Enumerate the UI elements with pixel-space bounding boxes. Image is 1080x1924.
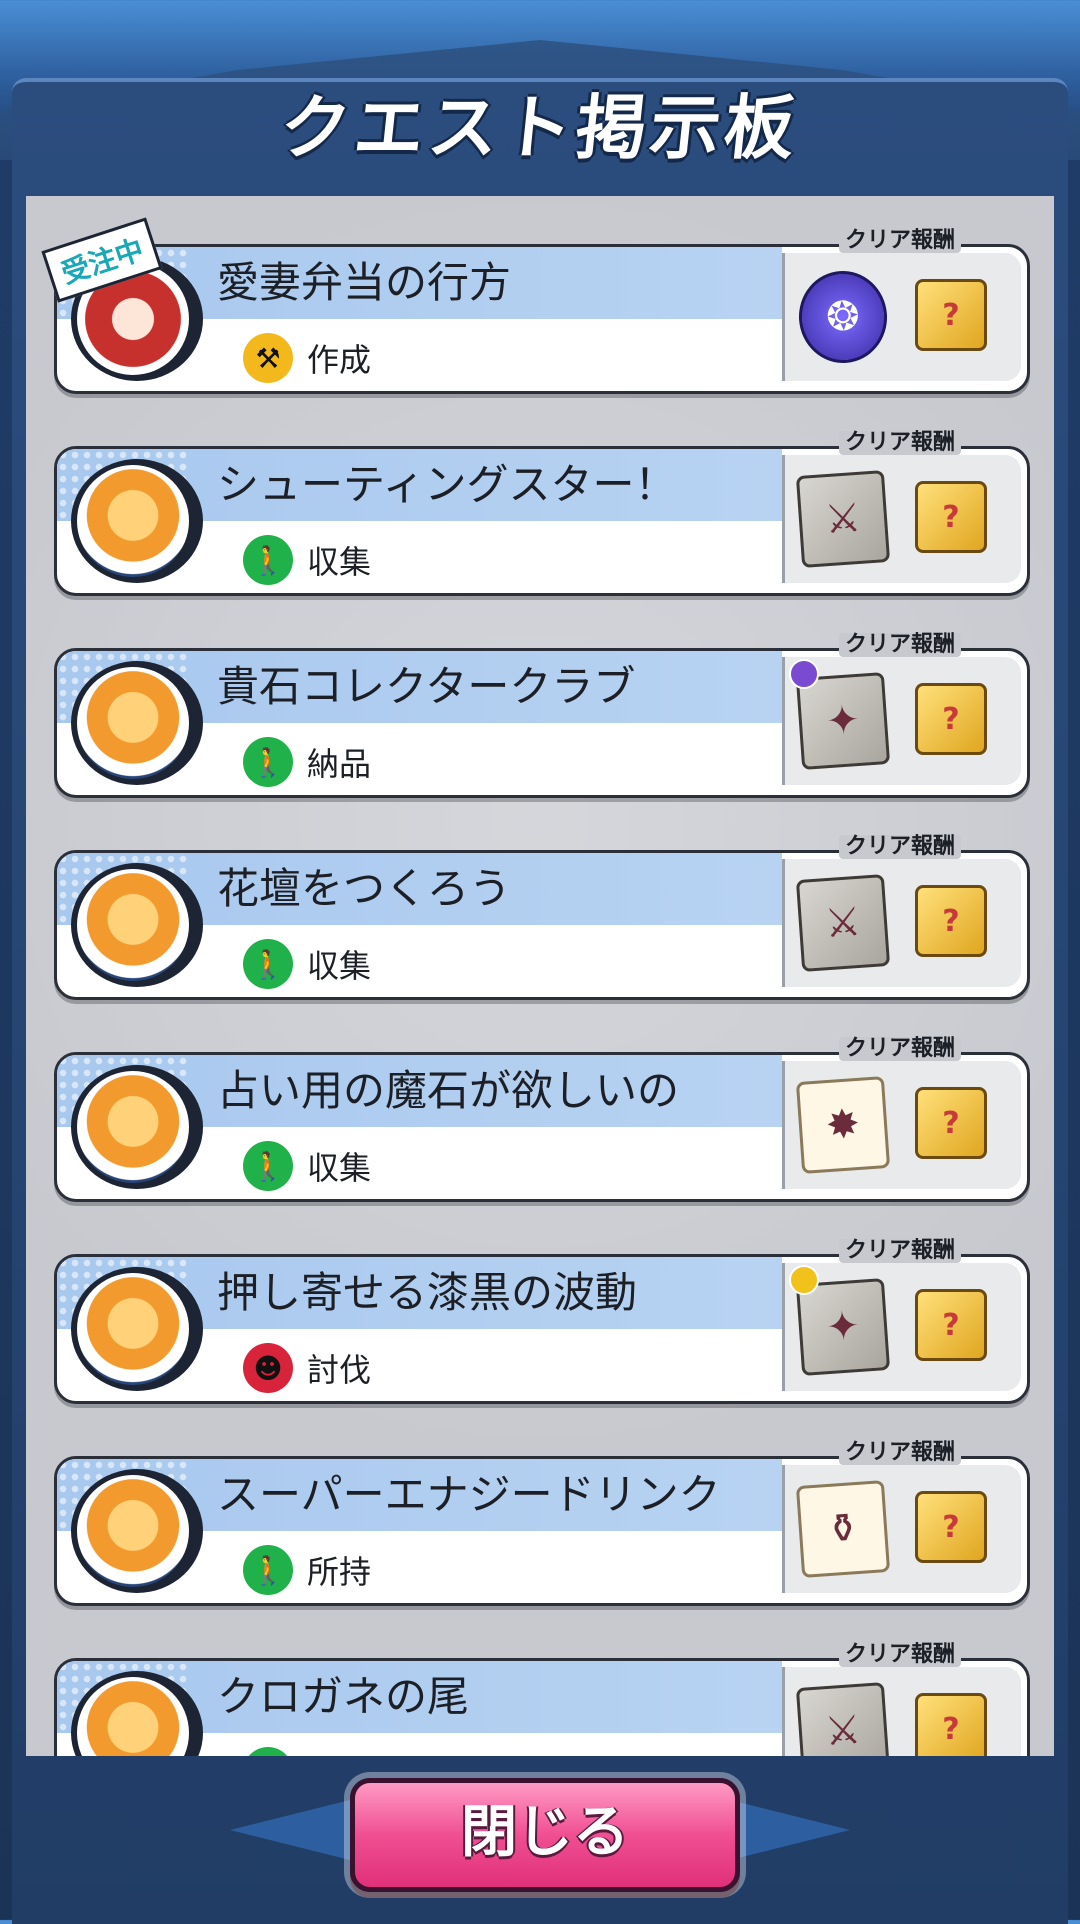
reward-label: クリア報酬 [838,1643,961,1667]
reward-item-icon: ⚔ [795,874,891,972]
quest-type-label: 討伐 [307,1351,372,1389]
person-icon: 🚶 [243,1545,293,1595]
quest-giver-avatar [71,863,203,987]
quest-card[interactable]: 押し寄せる漆黒の波動 ☻ 討伐 クリア報酬 ✦ ? [54,1239,1030,1404]
person-icon: 🚶 [243,1141,293,1191]
quest-title: 押し寄せる漆黒の波動 [217,1268,638,1317]
treasure-box-icon: ? [915,1289,987,1361]
quest-list: 受注中 愛妻弁当の行方 ⚒ 作成 クリア報酬 ❂ ? シューティングスター！ 🚶… [41,217,1030,1756]
anvil-icon: ⚒ [243,333,293,383]
treasure-box-icon: ? [915,683,987,755]
quest-type-label: 収集 [307,543,372,581]
quest-giver-avatar [71,661,203,785]
quest-type-label: 所持 [307,1553,372,1591]
reward-item-icon: ✸ [795,1076,891,1174]
hamster-portrait-icon [77,667,189,779]
reward-label: クリア報酬 [838,229,961,253]
reward-panel[interactable]: クリア報酬 ⚔ ? [782,1643,1021,1756]
reward-item-icon: ⚱ [795,1480,891,1578]
treasure-box-icon: ? [915,481,987,553]
reward-panel[interactable]: クリア報酬 ✸ ? [782,1037,1021,1189]
quest-card[interactable]: クロガネの尾 🚶 収集 クリア報酬 ⚔ ? [54,1643,1030,1756]
hamster-portrait-icon [77,1677,189,1756]
hamster-portrait-icon [77,869,189,981]
reward-panel[interactable]: クリア報酬 ⚱ ? [782,1441,1021,1593]
demon-icon: ☻ [243,1343,293,1393]
hamster-portrait-icon [77,1071,189,1183]
reward-item-icon: ❂ [795,268,891,366]
quest-card[interactable]: 占い用の魔石が欲しいの 🚶 収集 クリア報酬 ✸ ? [54,1037,1030,1202]
treasure-box-icon: ? [915,885,987,957]
treasure-box-icon: ? [915,1491,987,1563]
reward-label: クリア報酬 [838,1037,961,1061]
reward-panel[interactable]: クリア報酬 ❂ ? [782,229,1021,381]
quest-board[interactable]: 受注中 愛妻弁当の行方 ⚒ 作成 クリア報酬 ❂ ? シューティングスター！ 🚶… [26,196,1054,1756]
reward-label: クリア報酬 [838,835,961,859]
quest-card[interactable]: シューティングスター！ 🚶 収集 クリア報酬 ⚔ ? [54,431,1030,596]
reward-panel[interactable]: クリア報酬 ⚔ ? [782,835,1021,987]
quest-title: スーパーエナジードリンク [217,1470,721,1519]
quest-giver-avatar [71,1267,203,1391]
treasure-box-icon: ? [915,279,987,351]
rarity-badge-icon [789,1265,819,1295]
person-icon: 🚶 [243,737,293,787]
close-button[interactable]: 閉じる [350,1778,740,1892]
quest-card[interactable]: 受注中 愛妻弁当の行方 ⚒ 作成 クリア報酬 ❂ ? [41,217,1030,394]
hamster-portrait-icon [77,1475,189,1587]
quest-title: 貴石コレクタークラブ [217,662,636,711]
person-icon: 🚶 [243,939,293,989]
quest-title: 花壇をつくろう [217,864,512,913]
quest-card[interactable]: スーパーエナジードリンク 🚶 所持 クリア報酬 ⚱ ? [54,1441,1030,1606]
reward-item-icon: ⚔ [795,470,891,568]
quest-title: 占い用の魔石が欲しいの [217,1066,680,1115]
hamster-portrait-icon [77,1273,189,1385]
reward-label: クリア報酬 [838,1441,961,1465]
reward-panel[interactable]: クリア報酬 ⚔ ? [782,431,1021,583]
person-icon: 🚶 [243,535,293,585]
quest-title: シューティングスター！ [217,460,677,509]
person-icon: 🚶 [243,1747,293,1756]
quest-giver-avatar [71,1065,203,1189]
treasure-box-icon: ? [915,1693,987,1756]
treasure-box-icon: ? [915,1087,987,1159]
reward-panel[interactable]: クリア報酬 ✦ ? [782,1239,1021,1391]
quest-card[interactable]: 花壇をつくろう 🚶 収集 クリア報酬 ⚔ ? [54,835,1030,1000]
quest-giver-avatar [71,459,203,583]
quest-giver-avatar [71,1469,203,1593]
quest-type-label: 収集 [307,1749,371,1756]
rarity-badge-icon [789,659,819,689]
reward-panel[interactable]: クリア報酬 ✦ ? [782,633,1021,785]
quest-title: 愛妻弁当の行方 [217,258,512,307]
reward-label: クリア報酬 [838,1239,961,1263]
quest-card[interactable]: 貴石コレクタークラブ 🚶 納品 クリア報酬 ✦ ? [54,633,1030,798]
quest-type-label: 納品 [307,745,372,783]
quest-type-label: 収集 [307,1149,372,1187]
page-title: クエスト掲示板 [276,87,803,169]
reward-label: クリア報酬 [838,431,961,455]
quest-type-label: 作成 [307,341,372,379]
reward-label: クリア報酬 [838,633,961,657]
hamster-portrait-icon [77,465,189,577]
quest-title: クロガネの尾 [217,1672,470,1721]
quest-type-label: 収集 [307,947,372,985]
reward-item-icon: ⚔ [795,1682,891,1756]
